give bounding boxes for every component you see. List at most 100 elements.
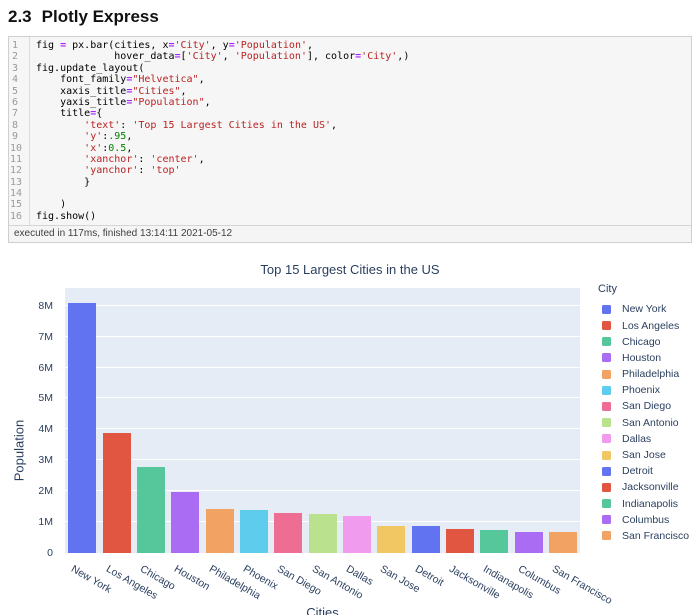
- x-tick: San Francisco: [550, 559, 623, 607]
- legend-swatch: [602, 401, 611, 411]
- legend-label: Chicago: [622, 335, 661, 348]
- y-tick-label: 0: [47, 547, 53, 560]
- legend-item-houston[interactable]: Houston: [598, 350, 698, 366]
- gridline: [65, 459, 580, 461]
- gridline: [65, 428, 580, 430]
- gridline: [65, 335, 580, 337]
- legend-item-san-jose[interactable]: San Jose: [598, 447, 698, 463]
- legend-item-dallas[interactable]: Dallas: [598, 431, 698, 447]
- y-tick-label: 1M: [38, 516, 53, 529]
- code-line: }: [36, 176, 91, 188]
- code-editor[interactable]: fig = px.bar(cities, x='City', y='Popula…: [30, 37, 691, 225]
- line-number: 16: [10, 210, 23, 222]
- code-line: ): [36, 199, 67, 211]
- legend-label: San Francisco: [622, 529, 690, 542]
- chart-title: Top 15 Largest Cities in the US: [260, 262, 440, 278]
- line-number: 8: [11, 119, 18, 131]
- code-line: fig.update_layout(: [36, 62, 145, 74]
- x-axis: New York Los Angeles Chicago Houston Philade…: [65, 559, 614, 607]
- y-tick-label: 4M: [38, 423, 53, 436]
- bar-philadelphia[interactable]: [205, 509, 234, 554]
- legend-item-san-francisco[interactable]: San Francisco: [598, 528, 698, 544]
- line-number: 13: [10, 176, 23, 188]
- y-tick-label: 2M: [38, 485, 53, 498]
- code-line: 'y':.95,: [84, 131, 133, 143]
- y-axis: Population 0 1M 2M 3M 4M 5M 6M 7M 8M: [10, 288, 60, 560]
- section-title: Plotly Express: [41, 7, 159, 26]
- line-number: 12: [10, 165, 23, 177]
- bar-detroit[interactable]: [411, 526, 440, 554]
- legend-swatch: [602, 499, 611, 509]
- legend-swatch: [602, 337, 611, 347]
- y-tick-label: 8M: [38, 299, 53, 312]
- legend-item-phoenix[interactable]: Phoenix: [598, 382, 698, 398]
- bar-new-york[interactable]: [68, 302, 97, 554]
- bar-jacksonville[interactable]: [445, 529, 474, 554]
- legend-item-los-angeles[interactable]: Los Angeles: [598, 317, 698, 333]
- line-number: 4: [11, 74, 18, 86]
- legend-items: New York Los Angeles Chicago Houston Philade…: [598, 301, 698, 544]
- bar-columbus[interactable]: [514, 531, 543, 554]
- gridline: [65, 397, 580, 399]
- line-number: 3: [11, 62, 18, 74]
- gridline: [65, 304, 580, 306]
- execution-status: executed in 117ms, finished 13:14:11 202…: [9, 225, 691, 243]
- legend-swatch: [602, 434, 611, 444]
- legend-label: Los Angeles: [622, 319, 680, 332]
- code-line: hover_data=['City', 'Population'], color…: [36, 51, 410, 63]
- legend-label: San Jose: [622, 449, 666, 462]
- bar-san-jose[interactable]: [377, 526, 406, 554]
- legend-item-columbus[interactable]: Columbus: [598, 512, 698, 528]
- plot-area[interactable]: [65, 288, 580, 554]
- bar-san-diego[interactable]: [274, 513, 303, 554]
- bar-indianapolis[interactable]: [480, 530, 509, 554]
- legend-item-san-antonio[interactable]: San Antonio: [598, 415, 698, 431]
- legend-swatch: [602, 304, 611, 314]
- bar-los-angeles[interactable]: [102, 433, 131, 554]
- legend-label: Dallas: [622, 432, 652, 445]
- legend-item-jacksonville[interactable]: Jacksonville: [598, 479, 698, 495]
- legend-item-chicago[interactable]: Chicago: [598, 334, 698, 350]
- y-tick-label: 7M: [38, 330, 53, 343]
- code-line: fig.show(): [36, 210, 97, 222]
- x-tick-label: Houston: [172, 563, 213, 594]
- bar-san-antonio[interactable]: [308, 514, 337, 554]
- line-number: 2: [11, 51, 18, 63]
- code-line: 'x':0.5,: [84, 142, 133, 154]
- legend-title: City: [598, 283, 617, 296]
- bar-phoenix[interactable]: [239, 509, 268, 554]
- legend-swatch: [602, 450, 611, 460]
- line-number: 10: [10, 142, 23, 154]
- notebook-page: 2.3 Plotly Express 1 2 3 4 5 6 7 8 9 10 11 12 13 14 15 1…: [0, 0, 700, 615]
- section-number: 2.3: [8, 7, 32, 26]
- line-number-gutter: 1 2 3 4 5 6 7 8 9 10 11 12 13 14 15 16: [9, 37, 30, 226]
- bar-san-francisco[interactable]: [548, 532, 577, 554]
- line-number: 15: [10, 199, 23, 211]
- legend-label: Indianapolis: [622, 497, 679, 510]
- code-line: 'yanchor': 'top': [84, 165, 181, 177]
- legend-item-detroit[interactable]: Detroit: [598, 463, 698, 479]
- legend-swatch: [602, 321, 611, 331]
- legend-label: New York: [622, 303, 667, 316]
- legend-swatch: [602, 482, 611, 492]
- legend-label: Jacksonville: [622, 481, 679, 494]
- bar-chicago[interactable]: [136, 466, 165, 554]
- legend-item-indianapolis[interactable]: Indianapolis: [598, 496, 698, 512]
- code-line: yaxis_title="Population",: [36, 96, 211, 108]
- x-tick: Dallas: [344, 559, 379, 588]
- legend-item-philadelphia[interactable]: Philadelphia: [598, 366, 698, 382]
- legend-label: Houston: [622, 351, 662, 364]
- bar-dallas[interactable]: [342, 516, 371, 554]
- plotly-figure: Top 15 Largest Cities in the US Populati…: [10, 253, 690, 615]
- code-line: title={: [36, 108, 103, 120]
- line-number: 9: [11, 131, 18, 143]
- bar-houston[interactable]: [171, 492, 200, 554]
- legend-swatch: [602, 369, 611, 379]
- x-tick: Detroit: [413, 559, 450, 589]
- legend-item-new-york[interactable]: New York: [598, 301, 698, 317]
- code-cell[interactable]: 1 2 3 4 5 6 7 8 9 10 11 12 13 14 15 16 fig = px.bar(cit…: [8, 36, 692, 244]
- legend-label: Columbus: [622, 513, 670, 526]
- legend-item-san-diego[interactable]: San Diego: [598, 398, 698, 414]
- line-number: 11: [10, 153, 23, 165]
- line-number: 7: [11, 108, 18, 120]
